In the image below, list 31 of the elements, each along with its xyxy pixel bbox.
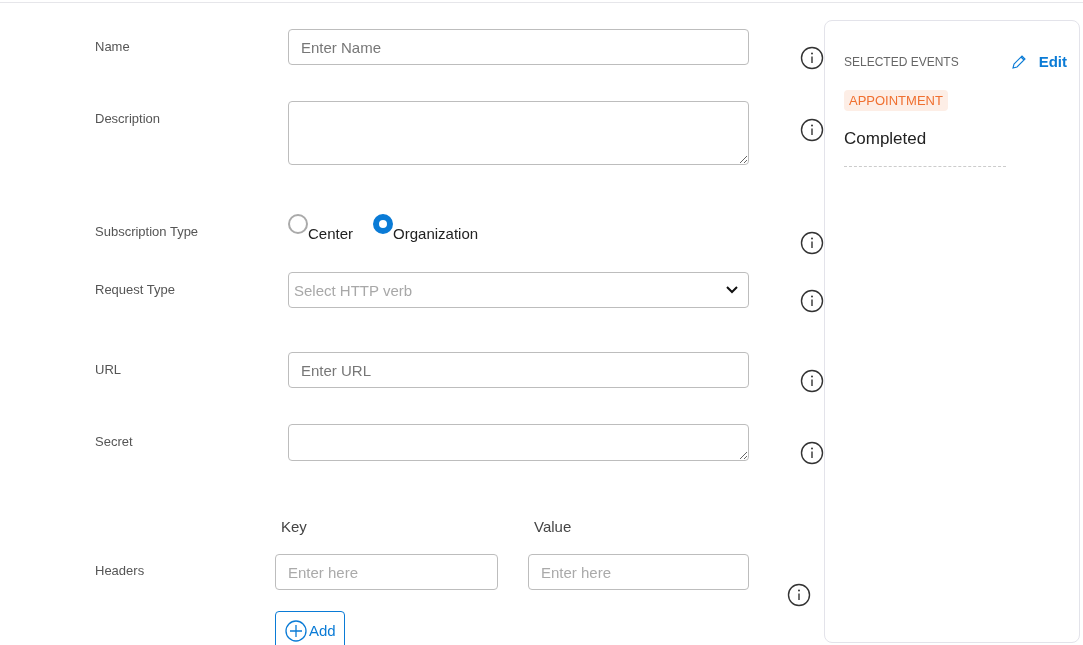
radio-option[interactable]: Center xyxy=(288,214,354,242)
add-button[interactable]: Add xyxy=(275,611,345,645)
info-icon[interactable] xyxy=(800,231,824,255)
value-field[interactable]: Enter here xyxy=(528,554,749,590)
field-label: Request Type xyxy=(95,281,176,297)
dropdown[interactable]: Select HTTP verb xyxy=(288,272,749,308)
pencil-icon xyxy=(1010,53,1027,70)
radio-option[interactable]: Organization xyxy=(373,214,479,242)
text-field[interactable]: Enter URL xyxy=(288,352,749,388)
panel-title: SELECTED EVENTS xyxy=(844,54,960,69)
field-label: Headers xyxy=(95,562,146,578)
field-label: Description xyxy=(95,110,162,126)
field-label: Subscription Type xyxy=(95,223,200,239)
event-name: Completed xyxy=(844,129,928,149)
value-label: Value xyxy=(533,518,573,535)
field-label: URL xyxy=(95,361,122,377)
info-icon[interactable] xyxy=(800,289,824,313)
info-icon[interactable] xyxy=(787,583,811,607)
category-tag: APPOINTMENT xyxy=(844,90,948,111)
edit-button[interactable]: Edit xyxy=(1010,53,1067,70)
key-field[interactable]: Enter here xyxy=(275,554,498,590)
field-label: Name xyxy=(95,38,131,54)
info-icon[interactable] xyxy=(800,369,824,393)
field-label: Secret xyxy=(95,433,134,449)
info-icon[interactable] xyxy=(800,118,824,142)
chevron-icon xyxy=(726,286,738,294)
key-label: Key xyxy=(280,518,308,535)
info-icon[interactable] xyxy=(800,441,824,465)
plus-circle-icon xyxy=(285,619,307,642)
text-field[interactable]: Enter Name xyxy=(288,29,749,65)
info-icon[interactable] xyxy=(800,46,824,70)
